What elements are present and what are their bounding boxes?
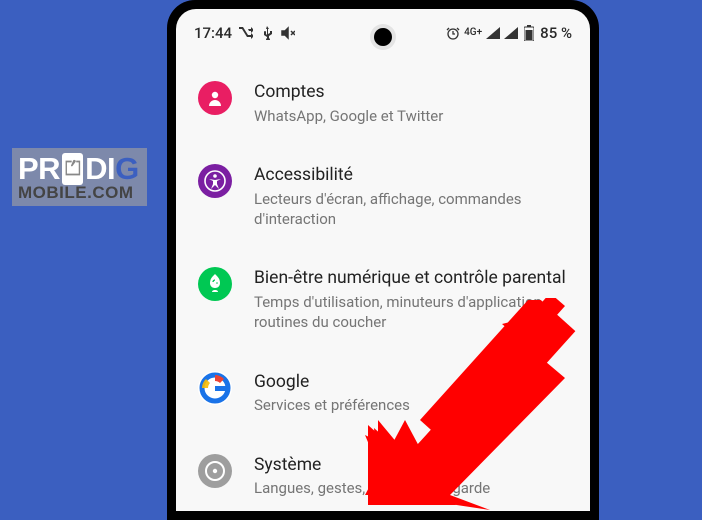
phone-screen: 17:44 4G+ xyxy=(176,9,590,511)
settings-item-system[interactable]: Système Langues, gestes, heure, sauvegar… xyxy=(176,434,590,512)
wellbeing-icon xyxy=(198,267,232,301)
item-title: Comptes xyxy=(254,81,568,104)
item-title: Bien-être numérique et contrôle parental xyxy=(254,267,568,290)
item-subtitle: Temps d'utilisation, minuteurs d'applica… xyxy=(254,292,568,333)
alarm-icon xyxy=(446,26,460,40)
phone-frame: 17:44 4G+ xyxy=(167,0,599,520)
system-icon xyxy=(198,454,232,488)
item-subtitle: WhatsApp, Google et Twitter xyxy=(254,106,568,126)
usb-icon xyxy=(260,26,274,40)
item-title: Google xyxy=(254,371,568,394)
battery-percent: 85 % xyxy=(540,24,572,42)
item-subtitle: Langues, gestes, heure, sauvegarde xyxy=(254,478,568,498)
settings-list[interactable]: Comptes WhatsApp, Google et Twitter Acce… xyxy=(176,57,590,511)
accounts-icon xyxy=(198,81,232,115)
signal-icon-2 xyxy=(504,26,518,40)
settings-item-wellbeing[interactable]: Bien-être numérique et contrôle parental… xyxy=(176,247,590,350)
watermark-bottom: MOBILE.COM xyxy=(18,185,139,201)
volume-off-icon xyxy=(281,26,295,40)
item-subtitle: Lecteurs d'écran, affichage, commandes d… xyxy=(254,189,568,230)
watermark-overlay: PR⏍DIG MOBILE.COM xyxy=(12,148,147,206)
item-title: Accessibilité xyxy=(254,164,568,187)
status-right: 4G+ 85 % xyxy=(446,24,572,42)
settings-item-accounts[interactable]: Comptes WhatsApp, Google et Twitter xyxy=(176,61,590,144)
accessibility-icon xyxy=(198,164,232,198)
network-label: 4G+ xyxy=(464,28,482,38)
item-subtitle: Services et préférences xyxy=(254,395,568,415)
status-left: 17:44 xyxy=(194,24,295,42)
status-time: 17:44 xyxy=(194,24,232,42)
watermark-top: PR⏍DIG xyxy=(18,153,139,185)
camera-punch-hole xyxy=(374,28,392,46)
shuffle-icon xyxy=(239,26,253,40)
settings-item-accessibility[interactable]: Accessibilité Lecteurs d'écran, affichag… xyxy=(176,144,590,247)
settings-item-google[interactable]: Google Services et préférences xyxy=(176,351,590,434)
item-title: Système xyxy=(254,454,568,477)
battery-icon xyxy=(522,26,536,40)
google-icon xyxy=(198,371,232,405)
signal-icon-1 xyxy=(486,26,500,40)
